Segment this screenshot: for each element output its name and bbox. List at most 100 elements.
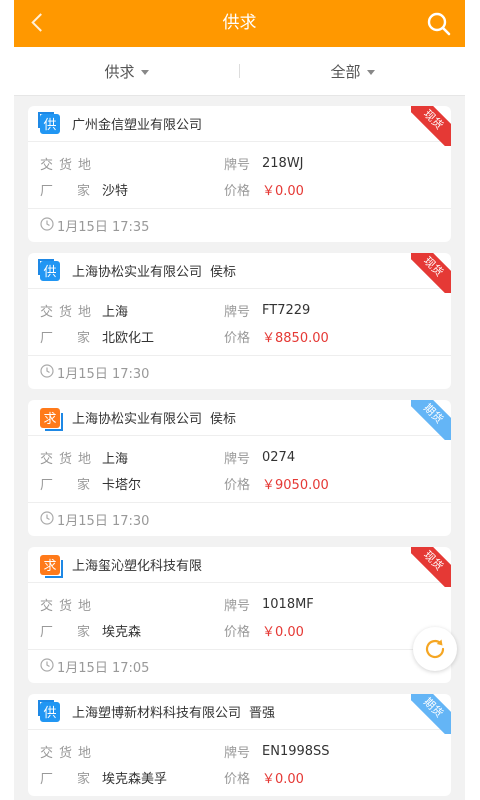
listing-type-icon: 供 — [38, 111, 60, 134]
company-label: 上海协松实业有限公司 — [72, 265, 203, 280]
company-name: 上海协松实业有限公司 侯标 — [72, 408, 236, 427]
search-icon[interactable] — [425, 10, 453, 38]
listing-type-icon: 求 — [40, 407, 63, 431]
post-time: 1月15日 17:35 — [57, 220, 150, 235]
factory-label-2: 家 — [76, 624, 90, 640]
card-footer: 1月15日 17:30 — [28, 502, 451, 536]
factory-label-1: 厂 — [40, 477, 54, 493]
price-cell: 价格 ￥9050.00 — [224, 474, 329, 493]
price-label: 价格 — [224, 330, 251, 346]
info-row: 厂家 沙特 价格 ￥0.00 — [40, 176, 439, 202]
post-time: 1月15日 17:30 — [57, 367, 150, 382]
factory-cell: 厂家 卡塔尔 — [40, 474, 224, 493]
price-cell: 价格 ￥0.00 — [224, 180, 304, 199]
delivery-label: 交货地 — [40, 745, 98, 761]
card-header: 供 上海塑博新材料科技有限公司 晋强 期货 — [28, 694, 451, 734]
price-value: ￥0.00 — [262, 183, 304, 199]
stock-badge: 期货 — [411, 694, 451, 734]
clock-icon — [40, 363, 54, 382]
price-value: ￥0.00 — [262, 624, 304, 640]
info-row: 交货地 上海 牌号 0274 — [40, 444, 439, 470]
factory-label-1: 厂 — [40, 330, 54, 346]
brand-cell: 牌号 1018MF — [224, 595, 314, 614]
brand-label: 牌号 — [224, 745, 251, 761]
factory-label-1: 厂 — [40, 624, 54, 640]
card-body: 交货地 牌号 1018MF 厂家 埃克森 价格 ￥0.00 — [28, 583, 451, 649]
company-label: 上海玺沁塑化科技有限 — [72, 559, 203, 574]
filter-type-dropdown[interactable]: 供求 — [14, 61, 239, 82]
filter-all-dropdown[interactable]: 全部 — [240, 61, 465, 82]
stock-badge-label: 期货 — [411, 400, 451, 440]
delivery-cell: 交货地 — [40, 742, 224, 761]
delivery-label: 交货地 — [40, 304, 98, 320]
info-row: 厂家 北欧化工 价格 ￥8850.00 — [40, 323, 439, 349]
refresh-button[interactable] — [413, 627, 457, 671]
delivery-cell: 交货地 上海 — [40, 301, 224, 320]
card-body: 交货地 牌号 218WJ 厂家 沙特 价格 ￥0.00 — [28, 142, 451, 208]
brand-label: 牌号 — [224, 598, 251, 614]
brand-cell: 牌号 FT7229 — [224, 301, 310, 320]
price-cell: 价格 ￥8850.00 — [224, 327, 329, 346]
delivery-cell: 交货地 — [40, 595, 224, 614]
stock-badge: 期货 — [411, 400, 451, 440]
top-bar: 供求 — [14, 0, 465, 47]
info-row: 交货地 牌号 218WJ — [40, 150, 439, 176]
company-name: 广州金信塑业有限公司 — [72, 114, 210, 133]
brand-label: 牌号 — [224, 451, 251, 467]
price-cell: 价格 ￥0.00 — [224, 768, 304, 787]
factory-cell: 厂家 沙特 — [40, 180, 224, 199]
listing-card[interactable]: 供 上海塑博新材料科技有限公司 晋强 期货 交货地 牌号 EN1998SS 厂 … — [28, 694, 451, 796]
post-time: 1月15日 17:30 — [57, 514, 150, 529]
factory-value: 埃克森 — [102, 624, 142, 640]
factory-label: 厂家 — [40, 474, 100, 493]
brand-cell: 牌号 EN1998SS — [224, 742, 330, 761]
info-row: 厂家 埃克森美孚 价格 ￥0.00 — [40, 764, 439, 790]
brand-value: FT7229 — [262, 302, 311, 318]
stock-badge: 现货 — [411, 106, 451, 146]
card-header: 求 上海协松实业有限公司 侯标 期货 — [28, 400, 451, 440]
brand-tag: 侯标 — [210, 412, 237, 427]
stock-badge-label: 现货 — [411, 253, 451, 293]
clock-icon — [40, 510, 54, 529]
factory-value: 北欧化工 — [102, 330, 155, 346]
factory-label: 厂家 — [40, 621, 100, 640]
refresh-icon — [425, 639, 445, 659]
stock-badge-label: 期货 — [411, 694, 451, 734]
price-value: ￥8850.00 — [262, 330, 329, 346]
listing-card[interactable]: 求 上海协松实业有限公司 侯标 期货 交货地 上海 牌号 0274 厂 家 卡塔… — [28, 400, 451, 536]
card-footer: 1月15日 17:35 — [28, 208, 451, 242]
listing-type-icon: 供 — [38, 258, 60, 281]
listing-type-icon: 供 — [38, 699, 60, 722]
stock-badge-label: 现货 — [411, 106, 451, 146]
app-screen: 供求 供求 全部 供 广州金信塑业有限公司 现货 交货地 牌号 218WJ 厂 … — [14, 0, 465, 800]
delivery-value: 上海 — [102, 451, 129, 467]
price-value: ￥0.00 — [262, 771, 304, 787]
company-label: 广州金信塑业有限公司 — [72, 118, 203, 133]
brand-cell: 牌号 0274 — [224, 448, 295, 467]
listing-card[interactable]: 求 上海玺沁塑化科技有限 现货 交货地 牌号 1018MF 厂 家 埃克森 价格… — [28, 547, 451, 683]
listing-card[interactable]: 供 上海协松实业有限公司 侯标 现货 交货地 上海 牌号 FT7229 厂 家 … — [28, 253, 451, 389]
brand-cell: 牌号 218WJ — [224, 154, 304, 173]
card-header: 供 广州金信塑业有限公司 现货 — [28, 106, 451, 146]
factory-value: 卡塔尔 — [102, 477, 142, 493]
brand-tag: 晋强 — [249, 706, 276, 721]
filter-bar: 供求 全部 — [14, 47, 465, 96]
listing-card[interactable]: 供 广州金信塑业有限公司 现货 交货地 牌号 218WJ 厂 家 沙特 价格 ￥… — [28, 106, 451, 242]
listing-type-icon: 求 — [40, 554, 63, 578]
factory-value: 埃克森美孚 — [102, 771, 168, 787]
info-row: 交货地 上海 牌号 FT7229 — [40, 297, 439, 323]
factory-label-2: 家 — [76, 183, 90, 199]
factory-cell: 厂家 埃克森美孚 — [40, 768, 224, 787]
price-value: ￥9050.00 — [262, 477, 329, 493]
factory-label-1: 厂 — [40, 183, 54, 199]
stock-badge: 现货 — [411, 253, 451, 293]
caret-down-icon — [140, 69, 149, 75]
company-name: 上海塑博新材料科技有限公司 晋强 — [72, 702, 275, 721]
delivery-label: 交货地 — [40, 157, 98, 173]
factory-label: 厂家 — [40, 180, 100, 199]
info-row: 交货地 牌号 EN1998SS — [40, 738, 439, 764]
stock-badge-label: 现货 — [411, 547, 451, 587]
delivery-label: 交货地 — [40, 598, 98, 614]
post-time: 1月15日 17:05 — [57, 661, 150, 676]
delivery-label: 交货地 — [40, 451, 98, 467]
